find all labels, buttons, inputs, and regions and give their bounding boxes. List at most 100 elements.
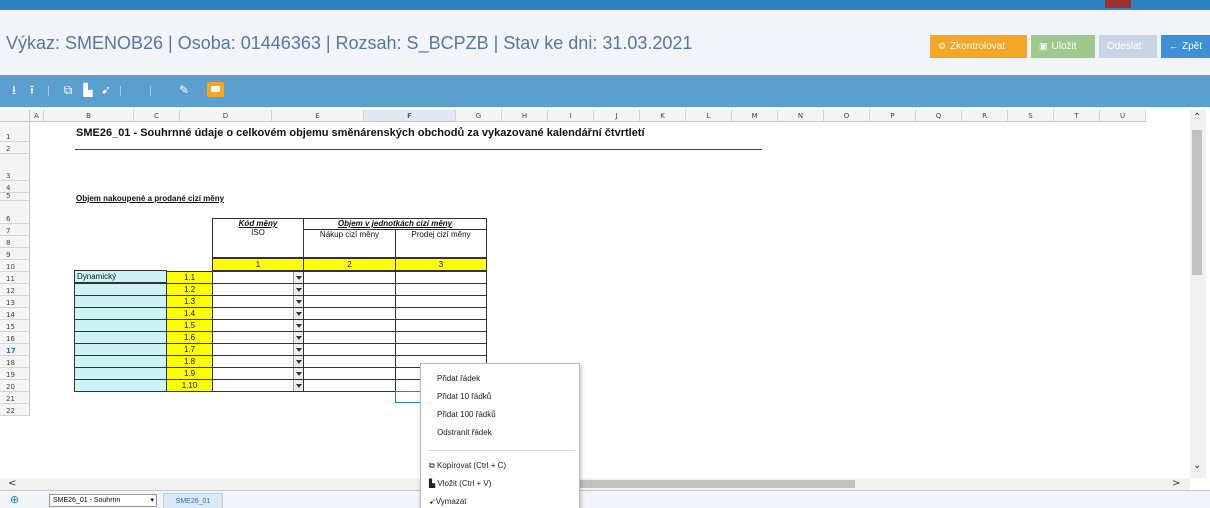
menu-add-10-rows[interactable]: Přidat 10 řádků [437,392,491,401]
chevron-down-icon[interactable] [293,368,303,379]
row-header-10[interactable]: 10 [0,260,30,272]
comment-icon[interactable] [207,82,224,97]
row-header-8[interactable]: 8 [0,236,30,248]
chevron-down-icon[interactable] [293,308,303,319]
check-button[interactable]: ⚙ Zkontrolovat [930,35,1027,58]
vertical-scrollbar-thumb[interactable] [1192,130,1202,275]
column-header-c[interactable]: C [134,110,180,122]
row-header-1[interactable]: 1 [0,122,30,142]
col-number: 3 [395,258,487,271]
column-header-u[interactable]: U [1100,110,1146,122]
column-header-m[interactable]: M [732,110,778,122]
column-header-f[interactable]: F [364,110,456,122]
row-header-20[interactable]: 20 [0,380,30,392]
column-header-q[interactable]: Q [916,110,962,122]
attachment-icon[interactable]: ✎ [176,80,192,100]
eraser-icon[interactable]: ➹ [98,80,114,100]
row-header-15[interactable]: 15 [0,320,30,332]
chevron-down-icon[interactable] [293,356,303,367]
spreadsheet-grid[interactable]: SME26_01 - Souhrnné údaje o celkovém obj… [0,110,1190,478]
horizontal-scrollbar[interactable]: < > [0,478,1190,490]
column-header-r[interactable]: R [962,110,1008,122]
menu-remove-row[interactable]: Odstranit řádek [437,428,492,437]
send-button[interactable]: Odeslat [1099,35,1157,58]
header-prodej: Prodej cizí měny [395,229,487,258]
back-button[interactable]: ← Zpět [1161,35,1210,58]
sheet-tab[interactable]: SME26_01 [163,493,223,508]
chevron-down-icon[interactable] [293,344,303,355]
column-header-t[interactable]: T [1054,110,1100,122]
toolbar-divider [48,86,49,96]
col-number: 1 [212,258,304,271]
row-header-9[interactable]: 9 [0,248,30,260]
chevron-down-icon[interactable] [293,296,303,307]
header-nakup: Nákup cizí měny [303,229,396,258]
download-icon[interactable]: ⭳ [6,80,22,100]
chevron-down-icon[interactable] [293,320,303,331]
column-header-d[interactable]: D [180,110,272,122]
chevron-down-icon: ▾ [150,497,154,504]
sheet-select[interactable]: SME26_01 - Souhrnn ▾ [49,494,157,507]
column-header-l[interactable]: L [686,110,732,122]
row-header-13[interactable]: 13 [0,296,30,308]
row-header-17[interactable]: 17 [0,344,30,356]
title-underline [75,149,762,150]
col-number: 2 [303,258,396,271]
row-header-18[interactable]: 18 [0,356,30,368]
row-header-11[interactable]: 11 [0,272,30,284]
column-header-j[interactable]: J [594,110,640,122]
menu-add-100-rows[interactable]: Přidat 100 řádků [437,410,496,419]
add-sheet-icon[interactable]: ⊕ [10,493,24,507]
upload-icon[interactable]: ⭱ [24,80,40,100]
menu-paste[interactable]: ▙ Vložit (Ctrl + V) [429,479,491,488]
column-header-n[interactable]: N [778,110,824,122]
iso-dropdown[interactable] [212,379,304,392]
row-code: 1.10 [166,379,213,392]
chevron-down-icon[interactable] [293,332,303,343]
nakup-cell[interactable] [303,379,396,392]
chevron-down-icon[interactable] [293,272,303,283]
save-button[interactable]: ▣ Uložit [1031,35,1095,58]
scroll-down-icon[interactable]: ⌄ [1193,460,1201,472]
paste-icon[interactable]: ▙ [80,80,96,100]
menu-copy[interactable]: ⧉ Kopírovat (Ctrl + C) [429,461,506,471]
row-label-dynamicky[interactable]: Dynamický [74,270,167,283]
top-accent-marker [1105,0,1131,8]
row-header-6[interactable]: 6 [0,201,30,224]
scroll-up-icon[interactable]: ⌃ [1193,112,1201,124]
column-header-i[interactable]: I [548,110,594,122]
scroll-left-icon[interactable]: < [8,478,16,490]
row-header-16[interactable]: 16 [0,332,30,344]
row-header-4[interactable]: 4 [0,181,30,193]
row-header-7[interactable]: 7 [0,224,30,236]
column-header-g[interactable]: G [456,110,502,122]
column-header-e[interactable]: E [272,110,364,122]
row-label-cell[interactable] [74,379,167,392]
table-subtitle: Objem nakoupené a prodané cizí měny [76,194,225,203]
menu-delete[interactable]: ➹Vymazat [429,497,467,506]
chevron-down-icon[interactable] [293,284,303,295]
top-accent-bar [0,0,1210,10]
copy-icon[interactable]: ⧉ [60,80,76,100]
row-header-19[interactable]: 19 [0,368,30,380]
column-header-p[interactable]: P [870,110,916,122]
row-header-12[interactable]: 12 [0,284,30,296]
column-header-k[interactable]: K [640,110,686,122]
chevron-down-icon[interactable] [293,380,303,391]
eraser-icon: ➹ [429,497,436,506]
row-header-21[interactable]: 21 [0,392,30,404]
column-header-b[interactable]: B [44,110,134,122]
column-header-o[interactable]: O [824,110,870,122]
row-header-5[interactable]: 5 [0,192,30,201]
row-header-14[interactable]: 14 [0,308,30,320]
row-header-22[interactable]: 22 [0,404,30,416]
row-header-2[interactable]: 2 [0,142,30,154]
arrow-left-icon: ← [1169,41,1178,51]
vertical-scrollbar[interactable]: ⌃ ⌄ [1190,110,1206,478]
row-header-3[interactable]: 3 [0,154,30,181]
menu-add-row[interactable]: Přidat řádek [437,374,480,383]
column-header-s[interactable]: S [1008,110,1054,122]
scroll-right-icon[interactable]: > [1172,478,1180,490]
column-header-h[interactable]: H [502,110,548,122]
column-header-a[interactable]: A [30,110,44,122]
